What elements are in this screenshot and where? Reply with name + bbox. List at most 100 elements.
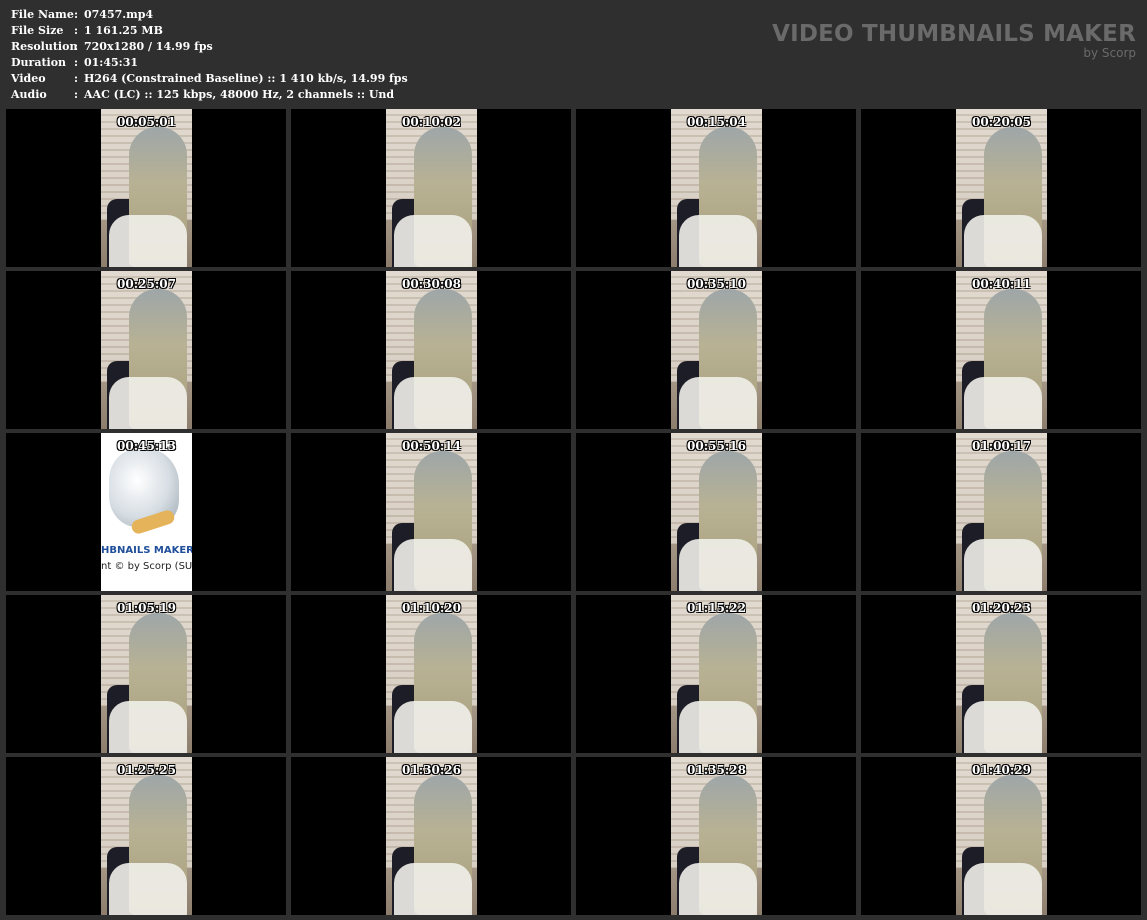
timestamp-label: 01:30:26 [402,763,461,777]
thumbnail-cell[interactable]: 01:10:20 [291,595,571,753]
frame-clothing [394,539,472,591]
timestamp-label: 01:05:19 [117,601,176,615]
thumbnail-cell[interactable]: 00:30:08 [291,271,571,429]
frame-clothing [109,701,187,753]
brand-title: VIDEO THUMBNAILS MAKER [772,21,1136,47]
thumbnail-cell[interactable]: 00:35:10 [576,271,856,429]
video-frame-image [671,271,762,429]
thumbnail-cell[interactable]: 01:25:25 [6,757,286,915]
video-frame-image [386,757,477,915]
info-value: 07457.mp4 [84,8,154,21]
timestamp-label: 01:25:25 [117,763,176,777]
frame-clothing [964,701,1042,753]
info-value: H264 (Constrained Baseline) :: 1 410 kb/… [84,72,408,85]
thumbnail-cell[interactable]: HBNAILS MAKER 8 nt © by Scorp (SU 00:45:13 [6,433,286,591]
timestamp-label: 00:40:11 [972,277,1031,291]
info-row-file-size: File Size:1 161.25 MB [11,23,408,39]
info-value: AAC (LC) :: 125 kbps, 48000 Hz, 2 channe… [84,88,395,101]
video-frame-image [101,109,192,267]
video-frame-image [386,595,477,753]
video-frame-image [386,109,477,267]
thumbnail-cell[interactable]: 01:30:26 [291,757,571,915]
timestamp-label: 00:55:16 [687,439,746,453]
thumbnail-cell[interactable]: 00:15:04 [576,109,856,267]
thumbnail-cell[interactable]: 01:15:22 [576,595,856,753]
thumbnail-cell[interactable]: 01:35:28 [576,757,856,915]
frame-clothing [679,863,757,915]
timestamp-label: 01:40:29 [972,763,1031,777]
timestamp-label: 00:20:05 [972,115,1031,129]
frame-clothing [964,863,1042,915]
info-label: Video [11,72,46,85]
video-frame-image [671,595,762,753]
thumbnail-cell[interactable]: 00:10:02 [291,109,571,267]
video-frame-image [671,757,762,915]
frame-clothing [679,215,757,267]
timestamp-label: 01:20:23 [972,601,1031,615]
video-frame-image [386,271,477,429]
frame-clothing [679,701,757,753]
video-frame-image [101,595,192,753]
info-label: Duration [11,56,67,69]
timestamp-label: 01:15:22 [687,601,746,615]
thumbnail-cell[interactable]: 00:50:14 [291,433,571,591]
timestamp-label: 00:25:07 [117,277,176,291]
info-value: 1 161.25 MB [84,24,163,37]
frame-clothing [679,539,757,591]
timestamp-label: 01:35:28 [687,763,746,777]
info-row-resolution: Resolution: 720x1280 / 14.99 fps [11,39,408,55]
info-row-duration: Duration:01:45:31 [11,55,408,71]
info-sep: : [74,40,79,53]
video-frame-image [956,109,1047,267]
frame-clothing [964,215,1042,267]
video-frame-image [956,271,1047,429]
info-sep: : [74,56,79,69]
video-frame-image [956,757,1047,915]
thumbnail-cell[interactable]: 00:05:01 [6,109,286,267]
info-sep: : [74,8,79,21]
video-frame-image [956,433,1047,591]
logo-text-line2: nt © by Scorp (SU [101,561,192,572]
timestamp-label: 00:30:08 [402,277,461,291]
info-value: 720x1280 / 14.99 fps [84,40,213,53]
info-sep: : [74,72,79,85]
timestamp-label: 00:45:13 [117,439,176,453]
timestamp-label: 00:10:02 [402,115,461,129]
file-info: File Name: 07457.mp4 File Size:1 161.25 M… [11,7,408,103]
thumbnail-cell[interactable]: 01:00:17 [861,433,1141,591]
info-label: File Size [11,24,64,37]
info-sep: : [74,24,79,37]
timestamp-label: 01:00:17 [972,439,1031,453]
thumbnail-cell[interactable]: 00:20:05 [861,109,1141,267]
info-sep: : [74,88,79,101]
frame-clothing [394,701,472,753]
info-label: Resolution [11,40,78,53]
timestamp-label: 00:50:14 [402,439,461,453]
thumbnail-cell[interactable]: 00:40:11 [861,271,1141,429]
frame-clothing [394,863,472,915]
thumbnail-cell[interactable]: 00:55:16 [576,433,856,591]
thumbnail-cell[interactable]: 00:25:07 [6,271,286,429]
frame-clothing [394,215,472,267]
video-frame-image [101,757,192,915]
thumbnail-cell[interactable]: 01:20:23 [861,595,1141,753]
timestamp-label: 01:10:20 [402,601,461,615]
brand-watermark: VIDEO THUMBNAILS MAKER by Scorp [772,21,1136,60]
video-frame-image [956,595,1047,753]
video-frame-image [671,433,762,591]
video-frame-image [101,271,192,429]
frame-clothing [394,377,472,429]
info-value: 01:45:31 [84,56,139,69]
frame-clothing [109,377,187,429]
brand-subtitle: by Scorp [1083,46,1136,60]
info-label: Audio [11,88,47,101]
frame-clothing [109,215,187,267]
logo-frame-image: HBNAILS MAKER 8 nt © by Scorp (SU [101,433,192,591]
thumbnail-cell[interactable]: 01:05:19 [6,595,286,753]
thumbnail-cell[interactable]: 01:40:29 [861,757,1141,915]
frame-clothing [679,377,757,429]
info-label: File Name [11,8,74,21]
info-row-audio: Audio: AAC (LC) :: 125 kbps, 48000 Hz, 2 … [11,87,408,103]
info-row-video: Video: H264 (Constrained Baseline) :: 1 4… [11,71,408,87]
video-frame-image [671,109,762,267]
